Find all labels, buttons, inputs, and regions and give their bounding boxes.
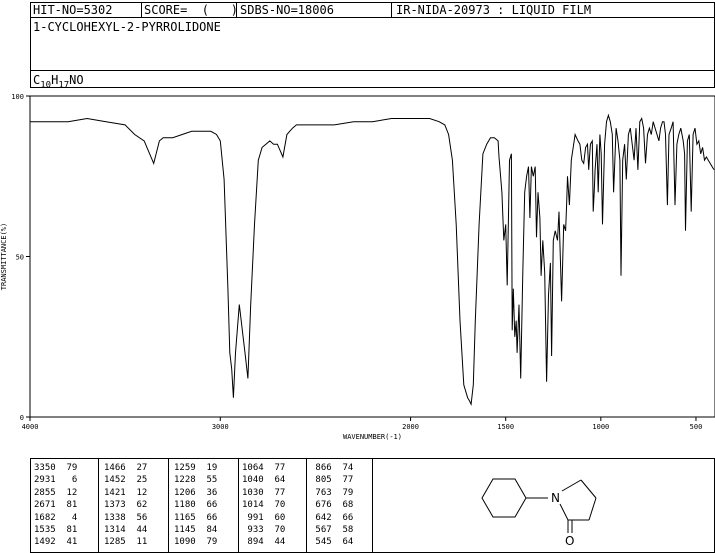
peak-row: 1180 66 — [174, 500, 218, 511]
peak-row: 2855 12 — [34, 487, 78, 498]
peak-row: 1285 11 — [104, 537, 148, 548]
peak-row: 1452 25 — [104, 475, 148, 486]
peak-row: 1338 56 — [104, 512, 148, 523]
x-tick-label: 1000 — [592, 423, 609, 431]
peak-column-divider — [306, 458, 307, 553]
peak-row: 1466 27 — [104, 463, 148, 473]
peak-row: 1492 41 — [34, 537, 78, 548]
y-tick-label: 50 — [16, 254, 24, 262]
peak-row: 2931 6 — [34, 475, 78, 486]
peak-column: 1466 27 1452 25 1421 12 1373 62 1338 56 1314 … — [104, 462, 147, 549]
peak-row: 3350 79 — [34, 463, 78, 473]
peak-column: 1064 77 1040 64 1030 77 1014 70 991 60 933 … — [242, 462, 285, 549]
y-axis-label: TRANSMITTANCE(%) — [0, 223, 8, 290]
peak-row: 933 70 — [242, 525, 286, 536]
peak-row: 1206 36 — [174, 487, 218, 498]
peak-row: 805 77 — [310, 475, 354, 486]
y-tick-label: 0 — [20, 414, 24, 422]
peak-row: 1030 77 — [242, 487, 286, 498]
peak-column-divider — [238, 458, 239, 553]
peak-row: 1064 77 — [242, 463, 286, 473]
peak-column-divider — [98, 458, 99, 553]
peak-row: 676 68 — [310, 500, 354, 511]
peak-column: 3350 79 2931 6 2855 12 2671 81 1682 4 1535 81… — [34, 462, 77, 549]
peak-row: 1040 64 — [242, 475, 286, 486]
peak-column: 866 74 805 77 763 79 676 68 642 66 567 5… — [310, 462, 353, 549]
peak-row: 1145 84 — [174, 525, 218, 536]
x-tick-label: 4000 — [22, 423, 39, 431]
peak-row: 1259 19 — [174, 463, 218, 473]
x-axis-label: WAVENUMBER(-1) — [343, 433, 402, 441]
x-tick-label: 2000 — [402, 423, 419, 431]
peak-row: 1090 79 — [174, 537, 218, 548]
x-tick-label: 1500 — [497, 423, 514, 431]
peak-row: 894 44 — [242, 537, 286, 548]
peak-row: 1535 81 — [34, 525, 78, 536]
peak-row: 1014 70 — [242, 500, 286, 511]
peak-row: 1682 4 — [34, 512, 78, 523]
spectrum-line — [30, 113, 715, 406]
x-tick-label: 3000 — [212, 423, 229, 431]
peak-column-divider — [168, 458, 169, 553]
peak-row: 2671 81 — [34, 500, 78, 511]
x-tick-label: 500 — [690, 423, 703, 431]
peak-row: 545 64 — [310, 537, 354, 548]
peak-row: 567 58 — [310, 525, 354, 536]
peak-table-divider — [372, 458, 373, 553]
peak-row: 763 79 — [310, 487, 354, 498]
ir-spectrum-chart: 4000 3000 2000 1500 1000 500 0 50 100 WAVENUMBER(… — [0, 93, 715, 441]
peak-row: 1421 12 — [104, 487, 148, 498]
peak-row: 1165 66 — [174, 512, 218, 523]
peak-row: 866 74 — [310, 463, 354, 473]
peak-column: 1259 19 1228 55 1206 36 1180 66 1165 66 1145 … — [174, 462, 217, 549]
peak-row: 1228 55 — [174, 475, 218, 486]
peak-row: 1314 44 — [104, 525, 148, 536]
peak-row: 642 66 — [310, 512, 354, 523]
peak-row: 1373 62 — [104, 500, 148, 511]
peak-row: 991 60 — [242, 512, 286, 523]
y-tick-label: 100 — [11, 93, 24, 101]
